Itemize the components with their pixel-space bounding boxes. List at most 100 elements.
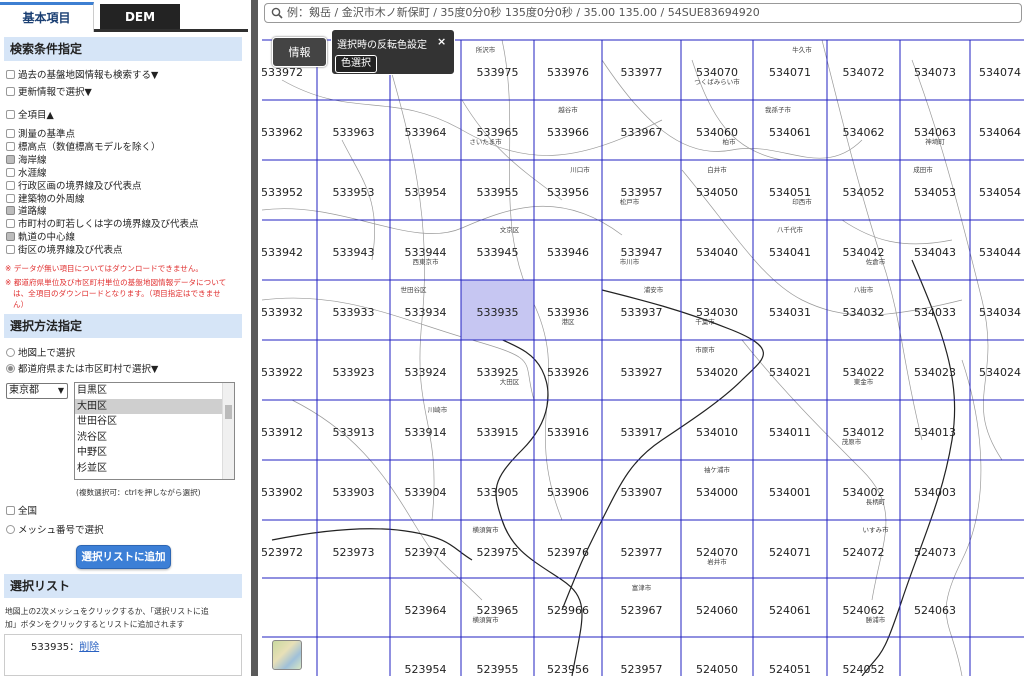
mesh-label[interactable]: 524063 xyxy=(914,604,956,617)
select-by-mesh-row[interactable]: メッシュ番号で選択 xyxy=(6,525,104,537)
mesh-label[interactable]: 533912 xyxy=(262,426,303,439)
mesh-label[interactable]: 523972 xyxy=(262,546,303,559)
mesh-label[interactable]: 524070 xyxy=(696,546,738,559)
mesh-label[interactable]: 533946 xyxy=(547,246,589,259)
mesh-label[interactable]: 523956 xyxy=(547,663,589,676)
splitter-bar[interactable] xyxy=(251,0,258,676)
mesh-label[interactable]: 534020 xyxy=(696,366,738,379)
item-row[interactable]: 行政区画の境界線及び代表点 xyxy=(6,180,142,193)
city-option[interactable]: 世田谷区 xyxy=(75,414,222,430)
tab-dem[interactable]: DEM xyxy=(100,4,180,30)
mesh-label[interactable]: 534064 xyxy=(979,126,1021,139)
mesh-label[interactable]: 533934 xyxy=(405,306,447,319)
mesh-label[interactable]: 533927 xyxy=(621,366,663,379)
mesh-label[interactable]: 534034 xyxy=(979,306,1021,319)
city-option[interactable]: 中野区 xyxy=(75,445,222,461)
select-on-map-radio[interactable] xyxy=(6,348,15,357)
mesh-label[interactable]: 534031 xyxy=(769,306,811,319)
item-checkbox[interactable] xyxy=(6,167,15,177)
item-row[interactable]: 建築物の外周線 xyxy=(6,193,85,206)
mesh-label[interactable]: 523965 xyxy=(477,604,519,617)
mesh-label[interactable]: 533917 xyxy=(621,426,663,439)
close-icon[interactable]: × xyxy=(437,35,446,48)
mesh-label[interactable]: 533935 xyxy=(477,306,519,319)
tab-basic[interactable]: 基本項目 xyxy=(0,2,94,32)
item-row[interactable]: 軌道の中心線 xyxy=(6,232,75,244)
select-by-pref-radio[interactable] xyxy=(6,364,15,373)
mesh-label[interactable]: 534061 xyxy=(769,126,811,139)
past-info-row[interactable]: 過去の基盤地図情報も検索する▼ xyxy=(6,70,158,82)
mesh-label[interactable]: 533925 xyxy=(477,366,519,379)
city-option[interactable]: 大田区 xyxy=(75,398,222,414)
item-checkbox[interactable] xyxy=(6,206,15,216)
mesh-label[interactable]: 534044 xyxy=(979,246,1021,259)
mesh-label[interactable]: 533943 xyxy=(333,246,375,259)
item-checkbox[interactable] xyxy=(6,193,15,203)
mesh-label[interactable]: 533914 xyxy=(405,426,447,439)
mesh-label[interactable]: 533905 xyxy=(477,486,519,499)
mesh-label[interactable]: 534030 xyxy=(696,306,738,319)
mesh-label[interactable]: 533957 xyxy=(621,186,663,199)
mesh-label[interactable]: 533915 xyxy=(477,426,519,439)
mesh-label[interactable]: 533923 xyxy=(333,366,375,379)
mesh-label[interactable]: 523975 xyxy=(477,546,519,559)
mesh-label[interactable]: 534013 xyxy=(914,426,956,439)
mesh-label[interactable]: 534011 xyxy=(769,426,811,439)
panel-splitter[interactable] xyxy=(248,0,262,676)
city-option[interactable]: 杉並区 xyxy=(75,461,222,477)
mesh-label[interactable]: 533952 xyxy=(262,186,303,199)
mesh-label[interactable]: 534040 xyxy=(696,246,738,259)
mesh-label[interactable]: 533976 xyxy=(547,66,589,79)
mesh-label[interactable]: 534033 xyxy=(914,306,956,319)
mesh-label[interactable]: 524051 xyxy=(769,663,811,676)
item-checkbox[interactable] xyxy=(6,219,15,229)
mesh-label[interactable]: 534050 xyxy=(696,186,738,199)
mesh-label[interactable]: 534041 xyxy=(769,246,811,259)
mesh-label[interactable]: 534010 xyxy=(696,426,738,439)
mesh-label[interactable]: 534074 xyxy=(979,66,1021,79)
nationwide-checkbox[interactable] xyxy=(6,506,15,515)
mesh-label[interactable]: 534042 xyxy=(843,246,885,259)
mesh-label[interactable]: 534043 xyxy=(914,246,956,259)
item-row[interactable]: 標高点（数値標高モデルを除く） xyxy=(6,141,161,154)
mesh-label[interactable]: 533922 xyxy=(262,366,303,379)
mesh-label[interactable]: 523976 xyxy=(547,546,589,559)
mesh-label[interactable]: 534063 xyxy=(914,126,956,139)
mesh-label[interactable]: 533964 xyxy=(405,126,447,139)
mesh-label[interactable]: 533953 xyxy=(333,186,375,199)
mesh-label[interactable]: 524060 xyxy=(696,604,738,617)
mesh-label[interactable]: 533947 xyxy=(621,246,663,259)
mesh-label[interactable]: 533907 xyxy=(621,486,663,499)
mesh-label[interactable]: 533963 xyxy=(333,126,375,139)
mesh-label[interactable]: 534053 xyxy=(914,186,956,199)
mesh-label[interactable]: 534070 xyxy=(696,66,738,79)
mesh-label[interactable]: 523967 xyxy=(621,604,663,617)
mesh-label[interactable]: 533942 xyxy=(262,246,303,259)
mesh-label[interactable]: 534073 xyxy=(914,66,956,79)
mesh-label[interactable]: 534072 xyxy=(843,66,885,79)
city-option[interactable]: 目黒区 xyxy=(75,383,222,399)
mesh-label[interactable]: 523964 xyxy=(405,604,447,617)
item-row[interactable]: 測量の基準点 xyxy=(6,129,75,141)
mesh-label[interactable]: 534051 xyxy=(769,186,811,199)
mesh-label[interactable]: 534012 xyxy=(843,426,885,439)
mesh-label[interactable]: 533956 xyxy=(547,186,589,199)
item-row[interactable]: 海岸線 xyxy=(6,154,47,167)
item-checkbox[interactable] xyxy=(6,154,15,164)
select-by-mesh-radio[interactable] xyxy=(6,525,15,534)
mesh-label[interactable]: 533962 xyxy=(262,126,303,139)
mesh-label[interactable]: 533916 xyxy=(547,426,589,439)
info-button[interactable]: 情報 xyxy=(272,37,327,67)
mesh-label[interactable]: 524050 xyxy=(696,663,738,676)
select-by-pref-row[interactable]: 都道府県または市区町村で選択▼ xyxy=(6,364,158,376)
mesh-label[interactable]: 533913 xyxy=(333,426,375,439)
mesh-label[interactable]: 533977 xyxy=(621,66,663,79)
mesh-label[interactable]: 533904 xyxy=(405,486,447,499)
mesh-label[interactable]: 523954 xyxy=(405,663,447,676)
mesh-label[interactable]: 534003 xyxy=(914,486,956,499)
mesh-label[interactable]: 533975 xyxy=(477,66,519,79)
item-checkbox[interactable] xyxy=(6,232,15,242)
mesh-label[interactable]: 534062 xyxy=(843,126,885,139)
all-items-row[interactable]: 全項目▲ xyxy=(6,110,54,122)
mesh-label[interactable]: 533967 xyxy=(621,126,663,139)
